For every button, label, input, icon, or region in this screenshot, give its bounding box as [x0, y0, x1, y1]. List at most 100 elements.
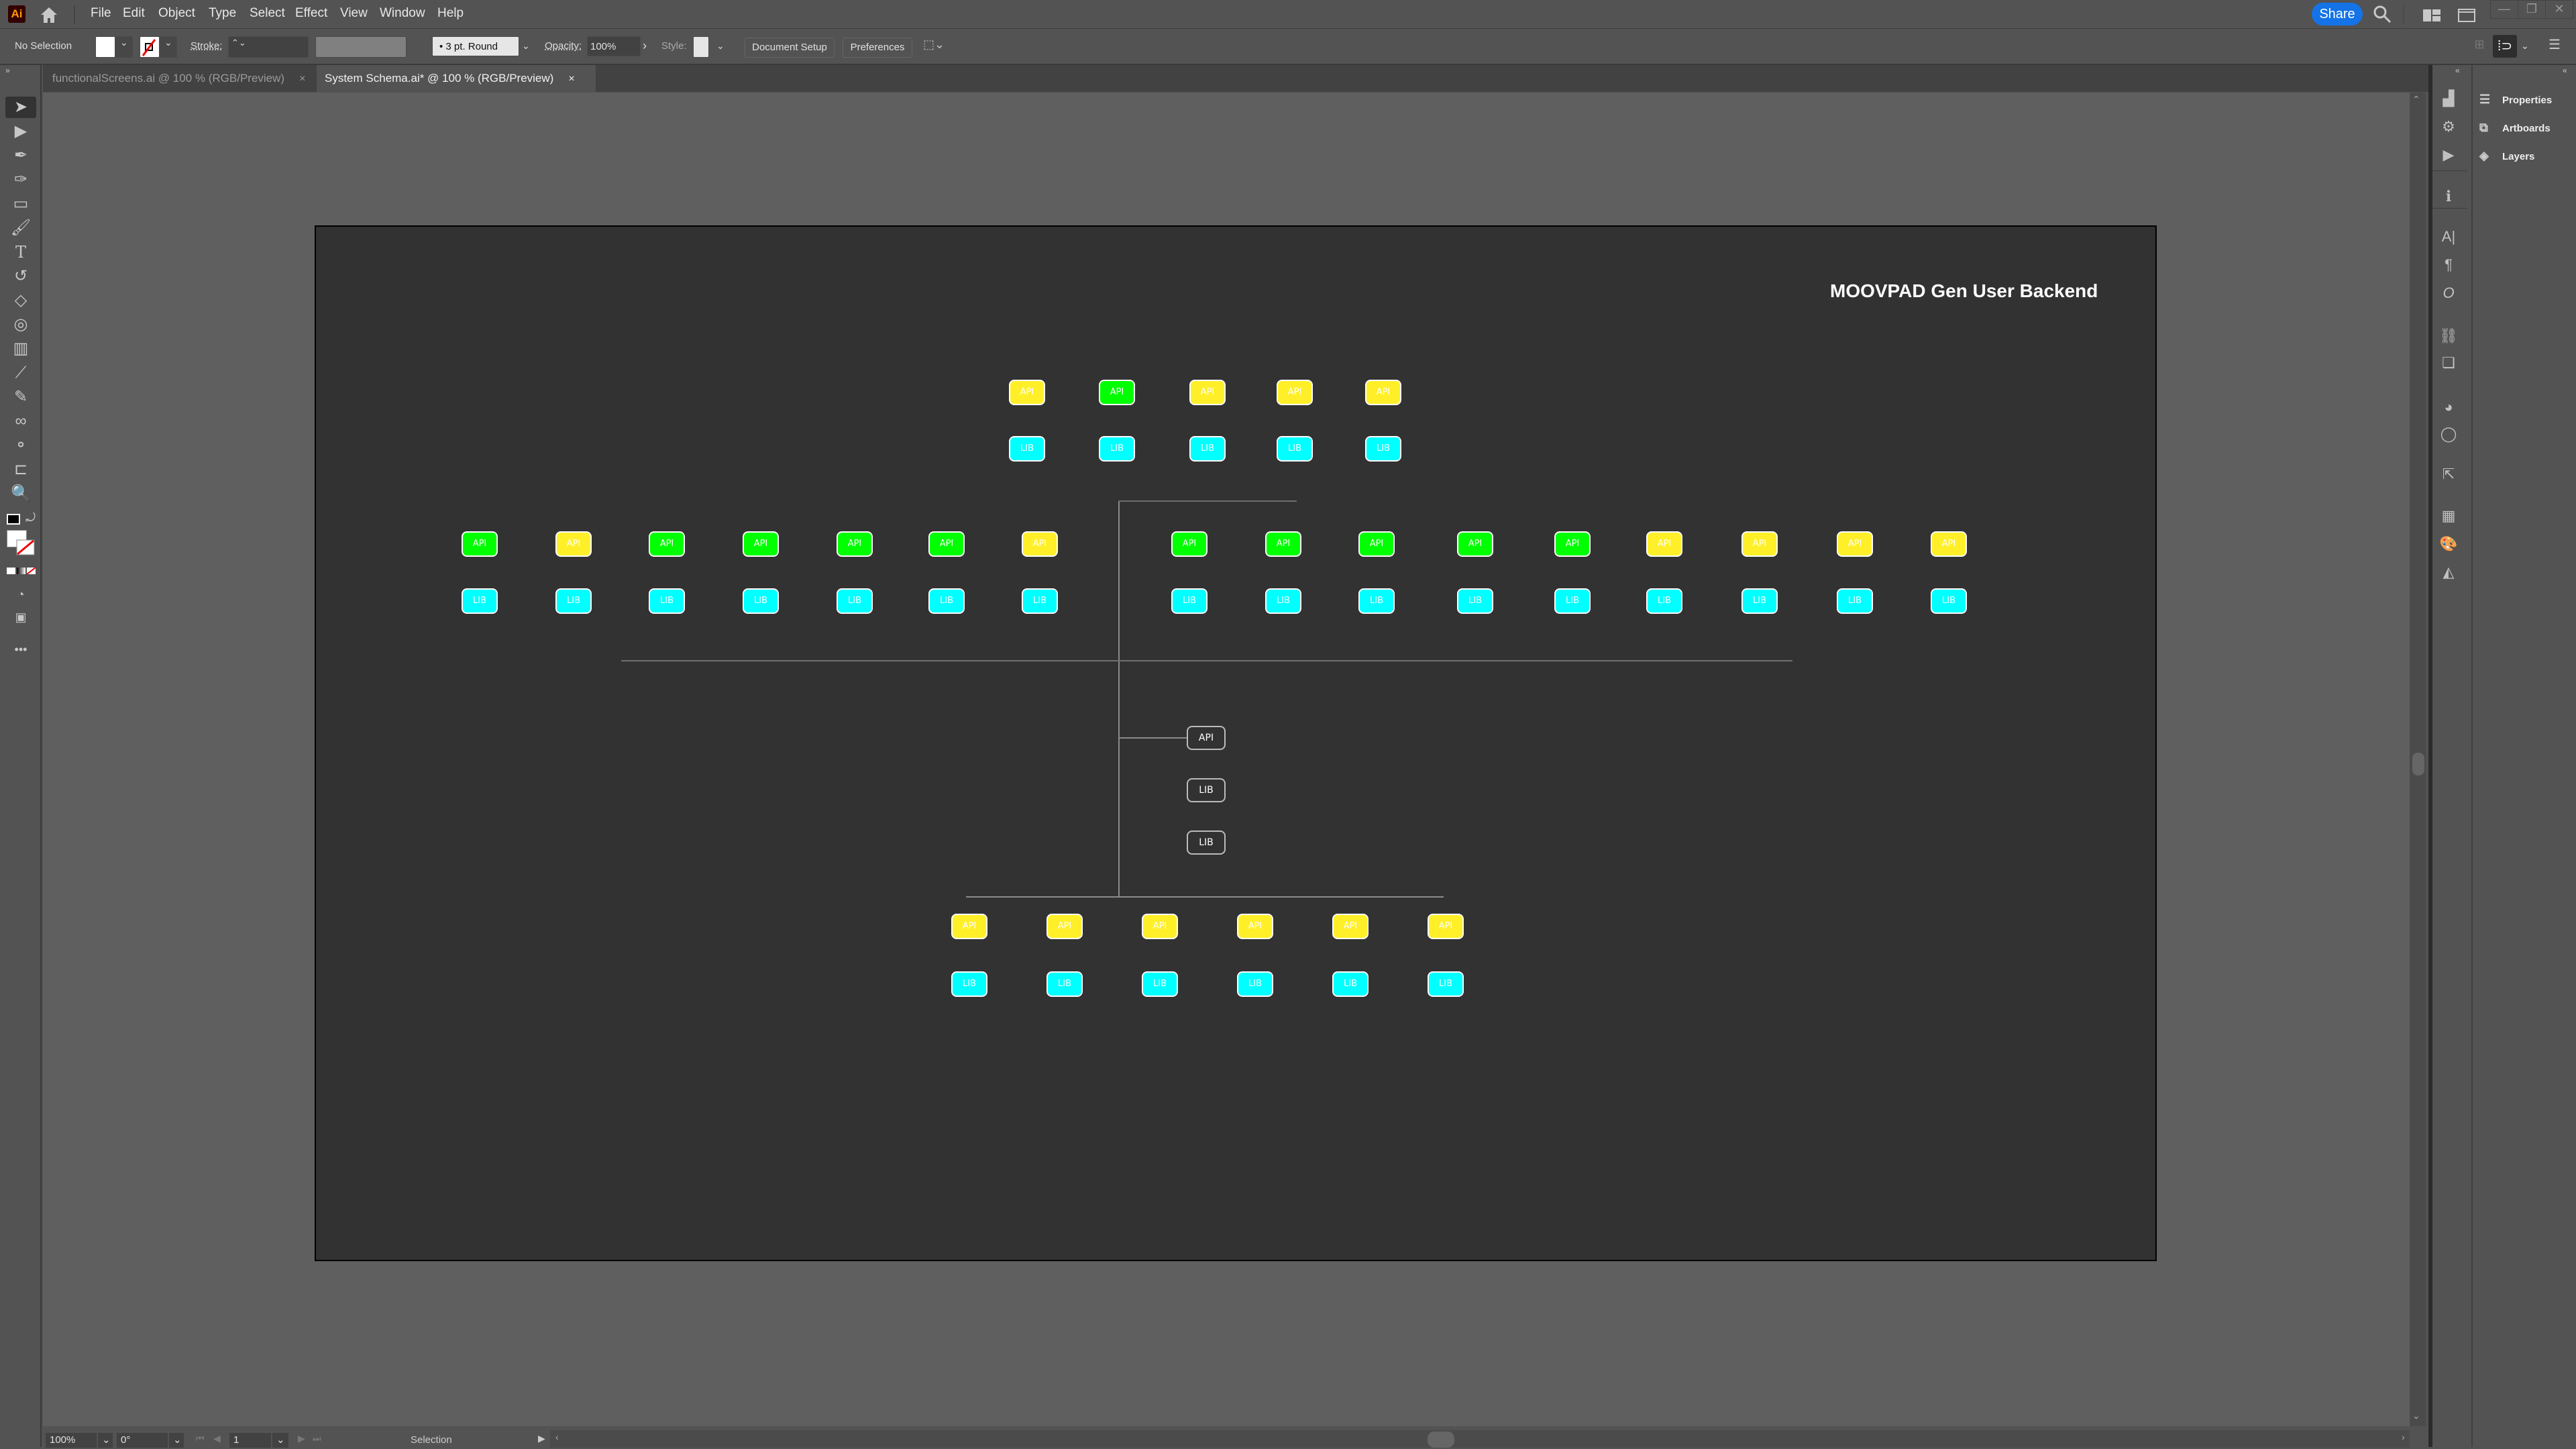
lib-node[interactable]: LIB — [1365, 436, 1401, 462]
info-icon[interactable]: ℹ — [2435, 185, 2462, 208]
color-palette-icon[interactable]: 🎨 — [2435, 533, 2462, 555]
lib-node[interactable]: LIB — [951, 971, 987, 997]
close-window-button[interactable]: ✕ — [2545, 0, 2573, 19]
screen-mode-icon[interactable]: ▣ — [5, 606, 36, 628]
api-node-yellow[interactable]: API — [1837, 531, 1873, 557]
blend-tool-icon[interactable]: ∞ — [5, 411, 36, 432]
menu-window[interactable]: Window — [380, 6, 425, 21]
api-node-yellow[interactable]: API — [1022, 531, 1058, 557]
transparency-icon[interactable]: ◯ — [2435, 423, 2462, 445]
bottom-horizontal-line[interactable] — [966, 896, 1444, 898]
style-dropdown-chevron[interactable]: ⌄ — [716, 40, 724, 52]
menu-file[interactable]: File — [91, 6, 111, 21]
close-tab-icon[interactable]: × — [299, 73, 305, 85]
scroll-down-arrow[interactable]: ⌄ — [2412, 1410, 2420, 1421]
search-icon[interactable] — [2372, 4, 2392, 24]
stroke-color-dropdown[interactable]: ⌄ — [160, 36, 177, 58]
zoom-dropdown[interactable]: ⌄ — [98, 1433, 113, 1448]
horizontal-scroll-thumb[interactable] — [1428, 1432, 1454, 1448]
lib-node[interactable]: LIB — [462, 588, 498, 614]
api-node-yellow[interactable]: API — [1428, 914, 1464, 939]
minimize-button[interactable]: — — [2490, 0, 2518, 19]
panel-layers[interactable]: ◈ Layers — [2479, 145, 2573, 166]
control-bar-menu-icon[interactable]: ☰ — [2546, 36, 2563, 56]
api-node-green[interactable]: API — [837, 531, 873, 557]
none-mode-icon[interactable] — [27, 568, 36, 574]
lib-node[interactable]: LIB — [1931, 588, 1967, 614]
scroll-left-arrow[interactable]: ‹ — [555, 1432, 559, 1442]
api-node-yellow[interactable]: API — [1189, 380, 1226, 405]
eraser-tool-icon[interactable]: ◇ — [5, 290, 36, 311]
diagram-title[interactable]: MOOVPAD Gen User Backend — [1830, 280, 2098, 302]
horizontal-scrollbar[interactable] — [550, 1430, 2410, 1448]
api-node-green[interactable]: API — [1554, 531, 1591, 557]
width-tool-icon[interactable]: ⟋ — [5, 362, 36, 384]
libraries-icon[interactable]: ▟ — [2435, 87, 2462, 110]
pathfinder-shape-icon[interactable]: ◕ — [2435, 396, 2462, 419]
top-branch-line[interactable] — [1118, 500, 1297, 502]
lib-node[interactable]: LIB — [1457, 588, 1493, 614]
restore-button[interactable]: ❐ — [2518, 0, 2546, 19]
api-node-yellow[interactable]: API — [1237, 914, 1273, 939]
middle-horizontal-line[interactable] — [621, 660, 1792, 661]
api-node-green[interactable]: API — [649, 531, 685, 557]
type-tool-icon[interactable]: T — [5, 241, 36, 263]
zoom-level-input[interactable]: 100% — [46, 1433, 97, 1448]
api-node-green[interactable]: API — [1457, 531, 1493, 557]
lib-node[interactable]: LIB — [1277, 436, 1313, 462]
api-node-green[interactable]: API — [1358, 531, 1395, 557]
api-node-green[interactable]: API — [928, 531, 965, 557]
links-icon[interactable]: ⛓ — [2435, 325, 2462, 347]
swatches-icon[interactable]: ▦ — [2435, 504, 2462, 527]
tab-system-schema[interactable]: System Schema.ai* @ 100 % (RGB/Preview) × — [317, 65, 596, 92]
scroll-right-arrow[interactable]: › — [2402, 1432, 2405, 1442]
curvature-tool-icon[interactable]: ✑ — [5, 169, 36, 191]
lib-node[interactable]: LIB — [1189, 436, 1226, 462]
api-node-yellow[interactable]: API — [1046, 914, 1083, 939]
home-icon[interactable] — [39, 5, 59, 24]
artboard-dropdown[interactable]: ⌄ — [272, 1433, 288, 1448]
vertical-scroll-thumb[interactable] — [2412, 753, 2424, 775]
character-icon[interactable]: A| — [2435, 225, 2462, 248]
arrange-documents-icon[interactable] — [2458, 8, 2477, 23]
fill-swatch[interactable] — [95, 36, 115, 58]
opentype-icon[interactable]: O — [2435, 282, 2462, 305]
api-node-yellow[interactable]: API — [951, 914, 987, 939]
lib-node[interactable]: LIB — [1046, 971, 1083, 997]
vertical-trunk-line[interactable] — [1118, 501, 1120, 897]
lib-node[interactable]: LIB — [1554, 588, 1591, 614]
snap-to-pixel-icon[interactable]: ⁞⊃ — [2493, 35, 2517, 58]
tab-functional-screens[interactable]: functionalScreens.ai @ 100 % (RGB/Previe… — [44, 65, 329, 92]
select-similar-icon[interactable]: ⬚⌄ — [920, 38, 947, 56]
api-node-yellow[interactable]: API — [1142, 914, 1178, 939]
lib-node[interactable]: LIB — [555, 588, 592, 614]
default-fill-stroke-icon[interactable] — [7, 514, 20, 525]
lib-node[interactable]: LIB — [1171, 588, 1208, 614]
lib-node[interactable]: LIB — [837, 588, 873, 614]
status-menu-arrow[interactable]: ▶ — [538, 1433, 545, 1444]
menu-help[interactable]: Help — [437, 6, 464, 21]
api-node-yellow[interactable]: API — [1646, 531, 1682, 557]
direct-selection-tool-icon[interactable]: ▶ — [5, 121, 36, 142]
snap-to-grid-icon[interactable]: ⊞ — [2471, 38, 2487, 56]
edit-toolbar-icon[interactable]: ••• — [5, 639, 36, 660]
lib-node[interactable]: LIB — [1741, 588, 1778, 614]
rectangle-tool-icon[interactable]: ▭ — [5, 193, 36, 215]
lib-node[interactable]: LIB — [1022, 588, 1058, 614]
menu-type[interactable]: Type — [209, 6, 236, 21]
symbol-sprayer-tool-icon[interactable]: ⚬ — [5, 435, 36, 456]
graphic-style-swatch[interactable] — [693, 36, 709, 58]
rotation-input[interactable]: 0° — [117, 1433, 168, 1448]
stroke-color-swatch[interactable] — [16, 539, 35, 555]
lib-node[interactable]: LIB — [1009, 436, 1045, 462]
drawing-modes-icon[interactable]: ◔ — [5, 584, 36, 605]
lib-node[interactable]: LIB — [1358, 588, 1395, 614]
outlined-api-connector[interactable] — [1118, 737, 1187, 739]
gradient-mode-icon[interactable] — [17, 568, 25, 574]
api-node-yellow[interactable]: API — [1277, 380, 1313, 405]
rotation-dropdown[interactable]: ⌄ — [169, 1433, 184, 1448]
lib-node[interactable]: LIB — [1265, 588, 1301, 614]
color-mode-icon[interactable] — [7, 568, 15, 574]
api-node-yellow[interactable]: API — [1009, 380, 1045, 405]
artboard-number-input[interactable]: 1 — [229, 1433, 271, 1448]
